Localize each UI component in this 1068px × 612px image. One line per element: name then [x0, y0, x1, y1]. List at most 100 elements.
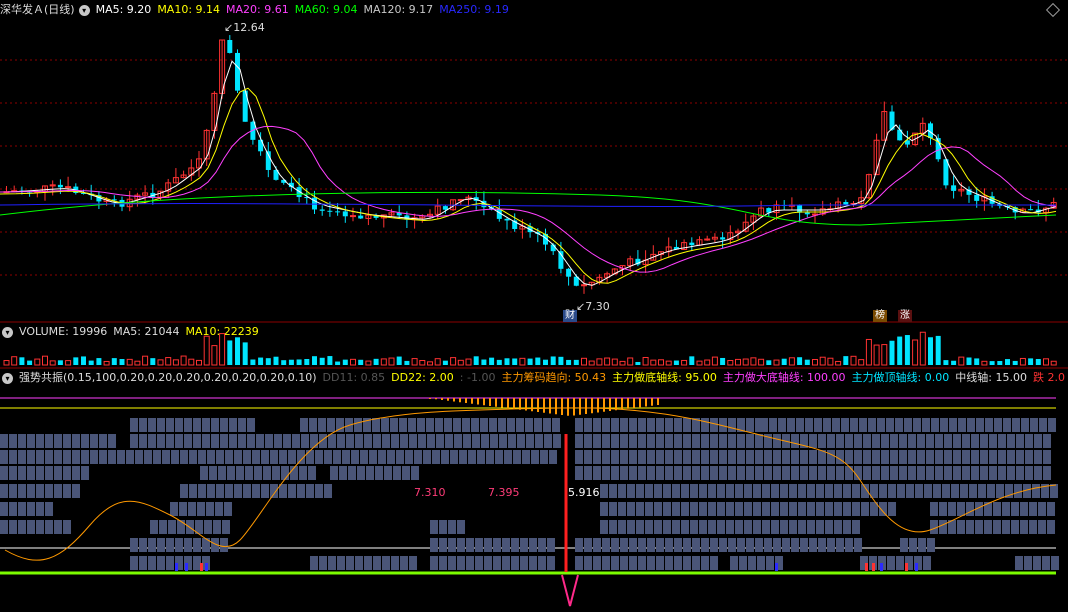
- resonance-block: [900, 538, 908, 552]
- resonance-block: [472, 434, 480, 448]
- resonance-block: [967, 418, 975, 432]
- resonance-block: [780, 502, 788, 516]
- resonance-block: [989, 450, 997, 464]
- resonance-block: [710, 538, 718, 552]
- resonance-block: [917, 466, 925, 480]
- ranking-badge[interactable]: 榜: [873, 310, 887, 322]
- resonance-block: [771, 502, 779, 516]
- resonance-block: [364, 556, 372, 570]
- resonance-block: [502, 538, 510, 552]
- resonance-block: [354, 418, 362, 432]
- resonance-block: [207, 450, 215, 464]
- resonance-block: [507, 418, 515, 432]
- resonance-block: [1030, 418, 1038, 432]
- resonance-block: [895, 418, 903, 432]
- resonance-block: [1047, 520, 1055, 534]
- resonance-block: [971, 466, 979, 480]
- resonance-block: [171, 450, 179, 464]
- resonance-block: [951, 484, 959, 498]
- candle-body: [57, 184, 63, 188]
- resonance-block: [922, 418, 930, 432]
- resonance-block: [764, 450, 772, 464]
- volume-bar: [242, 342, 248, 365]
- resonance-block: [432, 450, 440, 464]
- resonance-block: [935, 450, 943, 464]
- volume-bar: [550, 356, 556, 365]
- resonance-block: [484, 556, 492, 570]
- resonance-block: [168, 520, 176, 534]
- resonance-block: [372, 418, 380, 432]
- resonance-block: [909, 538, 917, 552]
- resonance-block: [229, 434, 237, 448]
- resonance-block: [989, 466, 997, 480]
- resonance-block: [939, 520, 947, 534]
- volume-bar: [396, 356, 402, 365]
- resonance-block: [971, 450, 979, 464]
- volume-bar: [843, 356, 849, 365]
- chart-canvas[interactable]: [0, 0, 1068, 612]
- resonance-block: [827, 466, 835, 480]
- resonance-block: [538, 556, 546, 570]
- resonance-block: [654, 520, 662, 534]
- finance-badge[interactable]: 财: [563, 310, 577, 322]
- resonance-block: [611, 450, 619, 464]
- volume-bar: [350, 358, 356, 366]
- resonance-block: [757, 556, 765, 570]
- resonance-block: [184, 434, 192, 448]
- volume-bar: [157, 359, 164, 366]
- resonance-block: [809, 466, 817, 480]
- resonance-block: [805, 418, 813, 432]
- resonance-block: [175, 538, 183, 552]
- volume-bar: [388, 357, 395, 366]
- resonance-block: [827, 434, 835, 448]
- resonance-block: [364, 434, 372, 448]
- resonance-block: [872, 434, 880, 448]
- resonance-block: [647, 450, 655, 464]
- resonance-block: [9, 450, 17, 464]
- resonance-block: [480, 418, 488, 432]
- resonance-block: [402, 466, 410, 480]
- resonance-block: [538, 538, 546, 552]
- resonance-block: [656, 538, 664, 552]
- ma10-line: [0, 87, 1057, 284]
- resonance-block: [493, 538, 501, 552]
- resonance-block: [213, 520, 221, 534]
- signal-marker: [775, 563, 778, 571]
- resonance-block: [206, 502, 214, 516]
- resonance-block: [387, 450, 395, 464]
- resonance-block: [584, 466, 592, 480]
- resonance-block: [54, 484, 62, 498]
- resonance-block: [923, 556, 931, 570]
- volume-bar: [943, 360, 949, 365]
- resonance-block: [665, 418, 673, 432]
- volume-bar: [450, 357, 457, 366]
- resonance-block: [1025, 434, 1033, 448]
- resonance-block: [672, 484, 680, 498]
- resonance-block: [328, 556, 336, 570]
- candle-body: [843, 202, 849, 205]
- resonance-block: [391, 556, 399, 570]
- resonance-block: [157, 556, 165, 570]
- candle-body: [342, 211, 348, 217]
- resonance-block: [366, 466, 374, 480]
- indicator-value-2: 7.395: [488, 486, 520, 499]
- resonance-block: [193, 556, 201, 570]
- resonance-block: [701, 418, 709, 432]
- resonance-block: [382, 556, 390, 570]
- volume-bar: [788, 357, 795, 366]
- limit-up-badge[interactable]: 涨: [898, 310, 912, 322]
- resonance-block: [400, 434, 408, 448]
- resonance-block: [798, 502, 806, 516]
- resonance-block: [575, 556, 583, 570]
- volume-bar: [804, 359, 810, 365]
- resonance-block: [665, 434, 673, 448]
- resonance-block: [1034, 466, 1042, 480]
- resonance-block: [926, 450, 934, 464]
- resonance-block: [1016, 434, 1024, 448]
- signal-marker: [200, 563, 203, 571]
- resonance-block: [645, 520, 653, 534]
- resonance-block: [593, 538, 601, 552]
- resonance-block: [139, 538, 147, 552]
- resonance-block: [198, 484, 206, 498]
- resonance-block: [1020, 520, 1028, 534]
